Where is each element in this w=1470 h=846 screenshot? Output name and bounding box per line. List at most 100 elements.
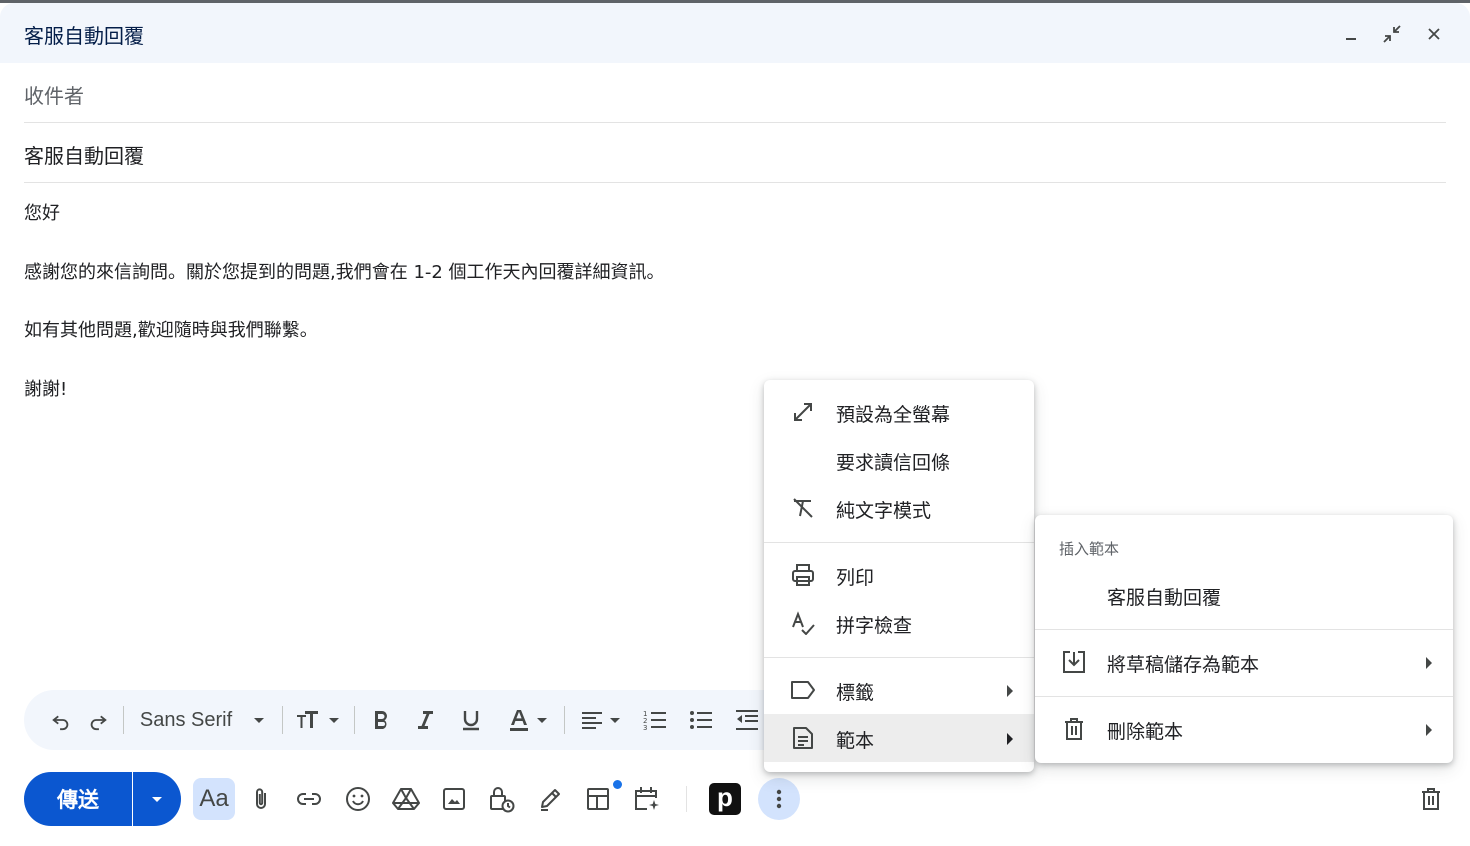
photo-icon	[443, 788, 465, 810]
formatting-options-button[interactable]: Aa	[193, 778, 235, 820]
menu-item-label: 標籤	[836, 682, 875, 704]
confidential-icon	[490, 787, 515, 813]
emoji-button[interactable]	[337, 778, 379, 820]
more-options-button[interactable]	[758, 778, 800, 820]
print-icon	[790, 563, 816, 587]
plain-text-icon	[790, 496, 816, 520]
menu-item-spellcheck[interactable]: 拼字檢查	[764, 599, 1034, 647]
close-button[interactable]	[1419, 19, 1449, 49]
menu-item-label: 將草稿儲存為範本	[1107, 654, 1260, 676]
svg-text:3: 3	[643, 724, 647, 731]
save-draft-as-template-item[interactable]: 將草稿儲存為範本	[1035, 638, 1453, 686]
submenu-arrow-icon	[1425, 722, 1433, 741]
menu-item-default-fullscreen[interactable]: 預設為全螢幕	[764, 388, 1034, 436]
schedule-event-button[interactable]	[626, 778, 668, 820]
insert-link-button[interactable]	[288, 778, 330, 820]
menu-item-label: 預設為全螢幕	[836, 404, 951, 426]
body-line-greeting[interactable]: 您好	[24, 199, 1024, 225]
discard-draft-button[interactable]	[1410, 778, 1452, 820]
underline-icon	[463, 711, 479, 731]
menu-divider	[1035, 696, 1453, 697]
insert-template-heading: 插入範本	[1059, 540, 1120, 558]
pushbullet-icon: p	[709, 783, 741, 815]
confidential-mode-button[interactable]	[481, 778, 523, 820]
redo-button[interactable]	[81, 690, 115, 750]
text-size-button[interactable]	[290, 690, 346, 750]
italic-icon	[418, 711, 433, 729]
compose-title: 客服自動回覆	[24, 24, 144, 48]
menu-item-plain-text[interactable]: 純文字模式	[764, 484, 1034, 532]
exit-fullscreen-icon	[1383, 25, 1401, 43]
align-icon	[582, 712, 602, 729]
template-item[interactable]: 客服自動回覆	[1035, 571, 1453, 619]
pushbullet-letter: p	[717, 782, 733, 812]
bold-button[interactable]	[364, 690, 398, 750]
font-family-dropdown[interactable]: Sans Serif	[132, 690, 274, 750]
menu-item-label: 範本	[836, 730, 875, 752]
menu-item-print[interactable]: 列印	[764, 551, 1034, 599]
text-color-icon	[510, 710, 528, 731]
font-family-label: Sans Serif	[139, 708, 233, 731]
submenu-arrow-icon	[1006, 731, 1014, 750]
numbered-list-icon: 123	[643, 710, 666, 731]
toolbar-divider	[564, 706, 565, 734]
schedule-icon	[635, 787, 659, 810]
menu-item-read-receipt[interactable]: 要求讀信回條	[764, 436, 1034, 484]
subject-field[interactable]: 客服自動回覆	[24, 123, 1446, 183]
recipients-field[interactable]: 收件者	[24, 63, 1446, 123]
menu-divider	[1035, 629, 1453, 630]
underline-button[interactable]	[454, 690, 488, 750]
attach-button[interactable]	[240, 778, 282, 820]
align-button[interactable]	[576, 690, 626, 750]
send-button[interactable]: 傳送	[24, 772, 132, 826]
spellcheck-icon	[790, 611, 816, 635]
attach-icon	[256, 788, 266, 809]
more-options-menu: 預設為全螢幕 要求讀信回條 純文字模式 列印 拼字檢查 標籤 範本	[764, 380, 1034, 772]
minimize-icon	[1346, 38, 1356, 40]
indent-less-button[interactable]	[728, 690, 766, 750]
numbered-list-button[interactable]: 123	[636, 690, 674, 750]
italic-button[interactable]	[408, 690, 442, 750]
pushbullet-button[interactable]: p	[704, 778, 746, 820]
menu-item-label: 列印	[836, 567, 875, 589]
body-line-contact[interactable]: 如有其他問題,歡迎隨時與我們聯繫。	[24, 316, 1024, 342]
insert-drive-button[interactable]	[385, 778, 427, 820]
layouts-button[interactable]	[577, 778, 622, 820]
insert-photo-button[interactable]	[433, 778, 475, 820]
undo-button[interactable]	[44, 690, 78, 750]
drive-icon	[392, 788, 420, 810]
formatting-toolbar: Sans Serif 123	[24, 690, 784, 750]
send-options-button[interactable]	[133, 772, 181, 826]
menu-item-label: 純文字模式	[836, 500, 932, 522]
discard-icon	[1422, 788, 1440, 810]
chevron-down-icon	[152, 797, 162, 802]
exit-fullscreen-button[interactable]	[1377, 19, 1407, 49]
body-line-thanks[interactable]: 感謝您的來信詢問。關於您提到的問題,我們會在 1-2 個工作天內回覆詳細資訊。	[24, 258, 1024, 284]
text-color-button[interactable]	[502, 690, 554, 750]
delete-template-item[interactable]: 刪除範本	[1035, 705, 1453, 753]
bulleted-list-button[interactable]	[682, 690, 720, 750]
template-name: 客服自動回覆	[1107, 587, 1222, 609]
emoji-icon	[346, 787, 370, 811]
trash-icon	[1061, 717, 1087, 741]
layouts-icon	[587, 788, 609, 810]
submenu-arrow-icon	[1006, 683, 1014, 702]
toolbar-divider	[123, 706, 124, 734]
toolbar-divider	[282, 706, 283, 734]
toolbar-divider	[354, 706, 355, 734]
bold-icon	[375, 711, 387, 729]
insert-signature-button[interactable]	[529, 778, 571, 820]
menu-item-templates[interactable]: 範本	[764, 714, 1034, 762]
menu-item-label-submenu[interactable]: 標籤	[764, 666, 1034, 714]
menu-item-label: 刪除範本	[1107, 721, 1184, 743]
font-dropdown-icon	[254, 718, 265, 723]
label-icon	[790, 678, 816, 702]
menu-item-label: 拼字檢查	[836, 615, 913, 637]
fullscreen-icon	[790, 400, 816, 424]
indent-less-icon	[736, 710, 758, 730]
minimize-button[interactable]	[1336, 19, 1366, 49]
signature-icon	[541, 789, 560, 811]
save-template-icon	[1061, 650, 1087, 674]
more-options-icon	[776, 789, 782, 809]
bulleted-list-icon	[690, 711, 712, 729]
